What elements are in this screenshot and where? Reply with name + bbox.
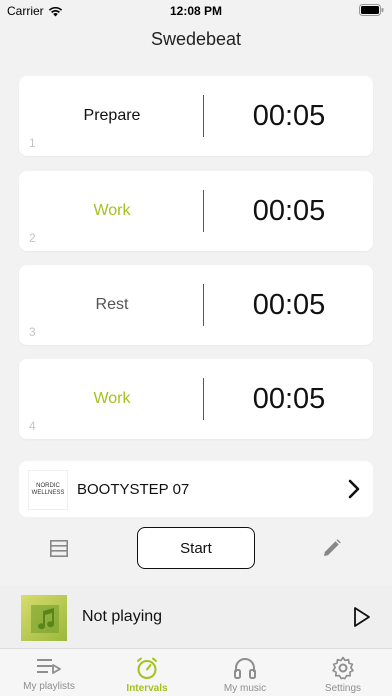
- divider: [203, 284, 204, 326]
- stopwatch-icon: [137, 657, 157, 679]
- interval-label: Prepare: [83, 107, 141, 124]
- page-title: Swedebeat: [150, 29, 242, 49]
- playlist-name: BOOTYSTEP 07: [77, 480, 190, 498]
- interval-duration[interactable]: 00:05: [205, 265, 373, 345]
- pencil-icon[interactable]: [323, 539, 341, 557]
- interval-label: Rest: [95, 296, 129, 313]
- start-button[interactable]: Start: [137, 527, 255, 569]
- tab-label: My playlists: [23, 681, 75, 692]
- gear-icon: [332, 656, 354, 680]
- interval-index: 2: [29, 231, 36, 245]
- playback-status: Not playing: [82, 608, 163, 625]
- tab-bar: My playlists Intervals My music Settings: [0, 648, 392, 696]
- tab-label: Settings: [324, 683, 362, 694]
- divider: [203, 95, 204, 137]
- interval-duration[interactable]: 00:05: [205, 171, 373, 251]
- chevron-right-icon: [348, 479, 360, 499]
- interval-index: 3: [29, 325, 36, 339]
- play-icon[interactable]: [352, 606, 372, 628]
- interval-card-2[interactable]: Work 00:05 2: [19, 171, 373, 251]
- battery-icon: [359, 4, 384, 19]
- music-note-icon: [31, 605, 59, 633]
- divider: [203, 190, 204, 232]
- interval-duration[interactable]: 00:05: [205, 359, 373, 439]
- interval-index: 4: [29, 419, 36, 433]
- album-art: [21, 595, 67, 641]
- interval-card-3[interactable]: Rest 00:05 3: [19, 265, 373, 345]
- playlist-logo-text: NORDIC WELLNESS: [31, 483, 65, 496]
- interval-duration[interactable]: 00:05: [205, 76, 373, 156]
- interval-index: 1: [29, 136, 36, 150]
- tab-my-music[interactable]: My music: [196, 649, 294, 696]
- playlist-logo: NORDIC WELLNESS: [28, 470, 68, 510]
- playlist-icon: [37, 659, 61, 674]
- interval-card-4[interactable]: Work 00:05 4: [19, 359, 373, 439]
- status-bar: Carrier 12:08 PM: [0, 0, 392, 22]
- list-icon[interactable]: [50, 540, 68, 557]
- interval-label: Work: [93, 202, 131, 219]
- tab-my-playlists[interactable]: My playlists: [0, 649, 98, 696]
- clock: 12:08 PM: [169, 4, 223, 18]
- tab-settings[interactable]: Settings: [294, 649, 392, 696]
- tab-label: My music: [223, 683, 267, 694]
- tab-label: Intervals: [126, 683, 168, 694]
- now-playing-bar[interactable]: Not playing: [0, 586, 392, 648]
- tab-intervals[interactable]: Intervals: [98, 649, 196, 696]
- interval-label: Work: [93, 390, 131, 407]
- interval-card-1[interactable]: Prepare 00:05 1: [19, 76, 373, 156]
- divider: [203, 378, 204, 420]
- playlist-row[interactable]: NORDIC WELLNESS BOOTYSTEP 07: [19, 461, 373, 517]
- headphones-icon: [234, 658, 256, 679]
